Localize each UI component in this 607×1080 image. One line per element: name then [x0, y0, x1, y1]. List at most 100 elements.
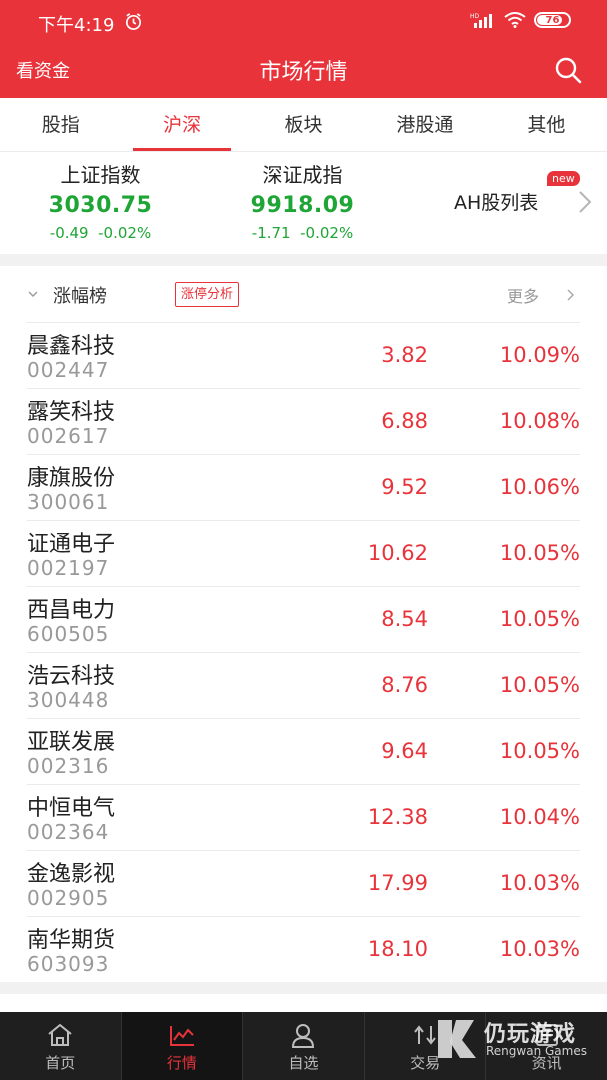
- stock-price: 3.82: [381, 343, 428, 367]
- stock-name: 中恒电气: [27, 796, 116, 821]
- chevron-right-icon: [567, 289, 575, 301]
- index-change-points: -0.49: [49, 224, 89, 242]
- stock-name: 浩云科技: [27, 664, 116, 689]
- battery-level: 76: [545, 14, 560, 26]
- stock-price: 17.99: [367, 871, 428, 895]
- gainers-header: 涨幅榜 涨停分析 更多: [0, 266, 607, 322]
- home-icon: [48, 1023, 72, 1046]
- index-strip: 上证指数 3030.75 -0.49 -0.02% 深证成指 9918.09 -…: [0, 152, 607, 254]
- stock-price: 8.76: [381, 673, 428, 697]
- stock-code: 002364: [27, 820, 110, 844]
- stock-change-pct: 10.03%: [499, 871, 580, 895]
- list-item[interactable]: 亚联发展 002316 9.64 10.05%: [27, 718, 580, 784]
- stock-code: 002447: [27, 358, 110, 382]
- tab-index[interactable]: 股指: [0, 98, 121, 151]
- stock-code: 603093: [27, 952, 110, 976]
- ah-list-link[interactable]: AH股列表: [454, 188, 538, 215]
- wifi-icon: [504, 12, 526, 28]
- chevron-down-icon[interactable]: [28, 290, 38, 298]
- nav-home[interactable]: 首页: [0, 1012, 121, 1080]
- stock-price: 8.54: [381, 607, 428, 631]
- stock-name: 晨鑫科技: [27, 334, 116, 359]
- status-bar: 下午4:19 HD 76: [0, 0, 607, 44]
- stock-price: 9.52: [381, 475, 428, 499]
- search-icon[interactable]: [553, 55, 583, 85]
- chevron-right-icon: [579, 191, 592, 213]
- watermark-subtext: Rengwan Games: [486, 1044, 587, 1058]
- stock-name: 康旗股份: [27, 466, 116, 491]
- list-item[interactable]: 浩云科技 300448 8.76 10.05%: [27, 652, 580, 718]
- signal-icon: HD: [470, 13, 492, 28]
- tab-shanghai-shenzhen[interactable]: 沪深: [121, 98, 242, 151]
- status-time: 下午4:19: [38, 15, 115, 36]
- list-item[interactable]: 康旗股份 300061 9.52 10.06%: [27, 454, 580, 520]
- list-item[interactable]: 金逸影视 002905 17.99 10.03%: [27, 850, 580, 916]
- tab-sectors[interactable]: 板块: [243, 98, 364, 151]
- stock-name: 证通电子: [27, 532, 116, 557]
- section-divider: [0, 982, 607, 994]
- index-change: -0.49 -0.02%: [13, 222, 188, 244]
- more-link[interactable]: 更多: [507, 283, 539, 307]
- stock-code: 600505: [27, 622, 110, 646]
- stock-code: 002316: [27, 754, 110, 778]
- list-item[interactable]: 西昌电力 600505 8.54 10.05%: [27, 586, 580, 652]
- stock-price: 12.38: [367, 805, 428, 829]
- status-right: HD 76: [470, 12, 571, 28]
- stock-change-pct: 10.05%: [499, 607, 580, 631]
- gainers-list: 晨鑫科技 002447 3.82 10.09% 露笑科技 002617 6.88…: [0, 322, 607, 982]
- stock-code: 300061: [27, 490, 110, 514]
- index-change-pct: -0.02%: [98, 224, 152, 242]
- list-item[interactable]: 南华期货 603093 18.10 10.03%: [27, 916, 580, 982]
- stock-change-pct: 10.05%: [499, 673, 580, 697]
- list-item[interactable]: 露笑科技 002617 6.88 10.08%: [27, 388, 580, 454]
- stock-change-pct: 10.04%: [499, 805, 580, 829]
- gainers-title[interactable]: 涨幅榜: [53, 282, 107, 308]
- alarm-icon: [125, 13, 142, 30]
- index-value: 9918.09: [250, 193, 355, 218]
- watermark-logo-icon: [438, 1020, 476, 1058]
- tab-other[interactable]: 其他: [486, 98, 607, 151]
- stock-name: 南华期货: [27, 928, 116, 953]
- index-card-shenzhen[interactable]: 深证成指 9918.09 -1.71 -0.02%: [215, 160, 390, 244]
- index-card-shanghai[interactable]: 上证指数 3030.75 -0.49 -0.02%: [13, 160, 188, 244]
- stock-price: 6.88: [381, 409, 428, 433]
- limit-up-analysis-button[interactable]: 涨停分析: [175, 282, 240, 307]
- tab-hk-connect[interactable]: 港股通: [364, 98, 485, 151]
- battery-icon: 76: [534, 12, 571, 28]
- watermark: 仍玩游戏 Rengwan Games: [432, 1013, 602, 1065]
- stock-price: 10.62: [367, 541, 428, 565]
- new-badge: new: [547, 171, 580, 186]
- stock-name: 露笑科技: [27, 400, 116, 425]
- list-item[interactable]: 晨鑫科技 002447 3.82 10.09%: [27, 322, 580, 388]
- user-icon: [292, 1024, 315, 1048]
- stock-change-pct: 10.05%: [499, 541, 580, 565]
- stock-change-pct: 10.09%: [499, 343, 580, 367]
- index-change-pct: -0.02%: [300, 224, 354, 242]
- app-screen: 下午4:19 HD 76 看资金 市场行情 股指 沪深 板块 港股通 其他 上证…: [0, 0, 607, 1080]
- header: 下午4:19 HD 76 看资金 市场行情: [0, 0, 607, 98]
- chart-icon: [169, 1026, 194, 1046]
- nav-market[interactable]: 行情: [121, 1012, 243, 1080]
- stock-code: 002197: [27, 556, 110, 580]
- stock-change-pct: 10.03%: [499, 937, 580, 961]
- index-change: -1.71 -0.02%: [215, 222, 390, 244]
- stock-code: 300448: [27, 688, 110, 712]
- stock-change-pct: 10.05%: [499, 739, 580, 763]
- stock-change-pct: 10.06%: [499, 475, 580, 499]
- stock-price: 9.64: [381, 739, 428, 763]
- nav-label: 首页: [45, 1054, 76, 1072]
- list-item[interactable]: 中恒电气 002364 12.38 10.04%: [27, 784, 580, 850]
- nav-label: 自选: [288, 1054, 319, 1072]
- nav-watchlist[interactable]: 自选: [243, 1012, 364, 1080]
- market-tabs: 股指 沪深 板块 港股通 其他: [0, 98, 607, 152]
- page-title: 市场行情: [259, 60, 348, 85]
- svg-text:HD: HD: [470, 13, 480, 20]
- stock-name: 金逸影视: [27, 862, 116, 887]
- index-name: 深证成指: [262, 163, 343, 187]
- stock-code: 002905: [27, 886, 110, 910]
- section-divider: [0, 254, 607, 266]
- list-item[interactable]: 证通电子 002197 10.62 10.05%: [27, 520, 580, 586]
- index-name: 上证指数: [60, 163, 141, 187]
- stock-code: 002617: [27, 424, 110, 448]
- title-bar: 看资金 市场行情: [0, 44, 607, 98]
